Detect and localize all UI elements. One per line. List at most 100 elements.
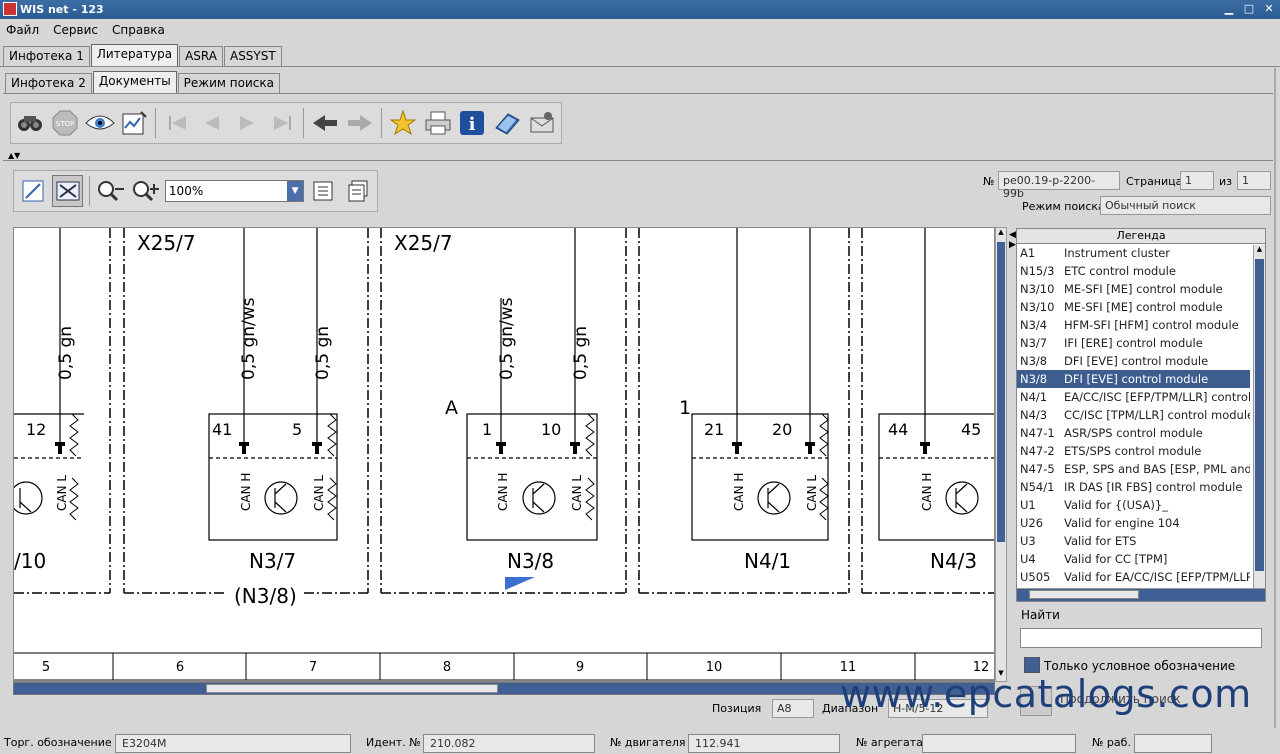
legend-item[interactable]: N47-5 ESP, SPS and BAS [ESP, PML and xyxy=(1017,460,1250,478)
menu-help[interactable]: Справка xyxy=(112,23,165,37)
tab-assyst[interactable]: ASSYST xyxy=(223,46,282,66)
info-icon[interactable]: i xyxy=(457,107,488,139)
legend-item-code: U4 xyxy=(1020,552,1036,566)
legend-item-text: ASR/SPS control module xyxy=(1064,426,1203,440)
diagram-vertical-scrollbar[interactable]: ▲ ▼ xyxy=(995,227,1007,682)
status-label: № агрегата xyxy=(856,736,923,749)
component-label: N4/3 xyxy=(930,549,977,573)
legend-item[interactable]: N3/7 IFI [ERE] control module xyxy=(1017,334,1250,352)
fit-width-icon[interactable] xyxy=(18,175,48,207)
scroll-thumb[interactable] xyxy=(997,242,1005,542)
position-label: Позиция xyxy=(712,702,762,715)
legend-item[interactable]: U1 Valid for {(USA)}_ xyxy=(1017,496,1250,514)
forward-icon[interactable] xyxy=(344,107,375,139)
legend-item[interactable]: A1 Instrument cluster xyxy=(1017,244,1250,262)
ruler-cell: 5 xyxy=(42,660,50,675)
prev-page-icon[interactable] xyxy=(197,107,228,139)
scroll-up-icon[interactable]: ▲ xyxy=(1254,245,1265,253)
tab-literatura[interactable]: Литература xyxy=(90,44,179,66)
legend-item[interactable]: N54/1 IR DAS [IR FBS] control module xyxy=(1017,478,1250,496)
legend-item-code: N3/7 xyxy=(1020,336,1048,350)
legend-vertical-scrollbar[interactable]: ▲ xyxy=(1253,245,1265,590)
tab-search-mode[interactable]: Режим поиска xyxy=(177,73,280,93)
find-input[interactable] xyxy=(1020,628,1262,648)
chevron-down-icon[interactable]: ▼ xyxy=(287,181,304,201)
back-icon[interactable] xyxy=(310,107,341,139)
tab-infoteka-1[interactable]: Инфотека 1 xyxy=(3,46,90,66)
divider xyxy=(3,93,1273,94)
collapse-arrows-icon[interactable]: ▲▼ xyxy=(8,151,20,160)
close-icon[interactable]: ✕ xyxy=(1262,2,1276,16)
eye-icon[interactable] xyxy=(84,107,115,139)
splitter-arrows-icon[interactable]: ◀ ▶ xyxy=(1009,230,1016,250)
legend-item[interactable]: N3/4 HFM-SFI [HFM] control module xyxy=(1017,316,1250,334)
legend-item-text: IR DAS [IR FBS] control module xyxy=(1064,480,1243,494)
app-icon xyxy=(3,2,17,16)
can-label: CAN L xyxy=(805,475,819,511)
legend-item[interactable]: U3 Valid for ETS xyxy=(1017,532,1250,550)
legend-item[interactable]: N3/10 ME-SFI [ME] control module xyxy=(1017,298,1250,316)
legend-item[interactable]: U505 Valid for EA/CC/ISC [EFP/TPM/LLR xyxy=(1017,568,1250,586)
scroll-thumb[interactable] xyxy=(1029,590,1139,599)
scroll-thumb[interactable] xyxy=(1255,259,1264,571)
legend-item[interactable]: N3/10 ME-SFI [ME] control module xyxy=(1017,280,1250,298)
legend-panel: Легенда A1 Instrument cluster N15/3 ETC con… xyxy=(1016,228,1266,602)
pages-icon[interactable] xyxy=(343,175,373,207)
star-icon[interactable] xyxy=(388,107,419,139)
maximize-icon[interactable]: □ xyxy=(1242,2,1256,16)
total-pages-field: 1 xyxy=(1237,171,1271,190)
tab-asra[interactable]: ASRA xyxy=(179,46,223,66)
only-symbol-checkbox[interactable] xyxy=(1024,657,1040,673)
print-icon[interactable] xyxy=(423,107,454,139)
legend-item[interactable]: U26 Valid for engine 104 xyxy=(1017,514,1250,532)
chart-edit-icon[interactable] xyxy=(119,107,150,139)
legend-item[interactable]: N4/3 CC/ISC [TPM/LLR] control module xyxy=(1017,406,1250,424)
legend-item[interactable]: N47-2 ETS/SPS control module xyxy=(1017,442,1250,460)
legend-item[interactable]: N15/3 ETC control module xyxy=(1017,262,1250,280)
zoom-out-icon[interactable] xyxy=(96,175,126,207)
legend-item-text: DFI [EVE] control module xyxy=(1064,372,1209,386)
window-title: WIS net - 123 xyxy=(20,3,104,16)
legend-item[interactable]: N4/1 EA/CC/ISC [EFP/TPM/LLR] control m xyxy=(1017,388,1250,406)
legend-item-code: N4/1 xyxy=(1020,390,1048,404)
legend-item-text: Valid for engine 104 xyxy=(1064,516,1180,530)
binoculars-icon[interactable] xyxy=(15,107,46,139)
legend-item[interactable]: U4 Valid for CC [TPM] xyxy=(1017,550,1250,568)
ruler-cell: 6 xyxy=(176,660,184,675)
zoom-select[interactable]: 100% ▼ xyxy=(164,180,305,202)
fit-page-icon[interactable] xyxy=(52,175,84,207)
tab-documents[interactable]: Документы xyxy=(92,71,177,93)
pin-number: 41 xyxy=(212,420,232,439)
book-icon[interactable] xyxy=(492,107,523,139)
menu-file[interactable]: Файл xyxy=(6,23,39,37)
pin-number: 21 xyxy=(704,420,724,439)
menu-service[interactable]: Сервис xyxy=(53,23,98,37)
legend-item[interactable]: N3/8 DFI [EVE] control module xyxy=(1017,352,1250,370)
legend-item[interactable]: N47-1 ASR/SPS control module xyxy=(1017,424,1250,442)
of-label: из xyxy=(1219,175,1232,188)
wire-label: 0,5 gn xyxy=(571,326,591,380)
first-page-icon[interactable] xyxy=(162,107,193,139)
status-field: 112.941 xyxy=(688,734,840,753)
tab-infoteka-2[interactable]: Инфотека 2 xyxy=(5,73,92,93)
stop-icon[interactable]: STOP xyxy=(50,107,81,139)
wiring-diagram[interactable]: X25/7 X25/7 0,5 gn 0,5 gn/ws 0,5 gn 0,5 … xyxy=(13,227,995,682)
next-page-icon[interactable] xyxy=(232,107,263,139)
pin-number: 44 xyxy=(888,420,908,439)
legend-item-text: ME-SFI [ME] control module xyxy=(1064,282,1223,296)
legend-item-text: ETS/SPS control module xyxy=(1064,444,1202,458)
legend-horizontal-scrollbar[interactable] xyxy=(1017,588,1265,601)
zoom-in-icon[interactable] xyxy=(130,175,160,207)
page-field[interactable]: 1 xyxy=(1180,171,1214,190)
minimize-icon[interactable]: ▁ xyxy=(1222,2,1236,16)
scroll-thumb[interactable] xyxy=(206,684,498,693)
toolbar-separator xyxy=(302,108,304,138)
mail-icon[interactable] xyxy=(526,107,557,139)
scroll-up-icon[interactable]: ▲ xyxy=(996,228,1006,240)
last-page-icon[interactable] xyxy=(266,107,297,139)
component-label: /10 xyxy=(14,549,46,573)
legend-item-code: A1 xyxy=(1020,246,1036,260)
page-icon[interactable] xyxy=(308,175,338,207)
watermark: www.epcatalogs.com xyxy=(840,672,1252,716)
legend-item[interactable]: N3/8 DFI [EVE] control module xyxy=(1017,370,1250,388)
